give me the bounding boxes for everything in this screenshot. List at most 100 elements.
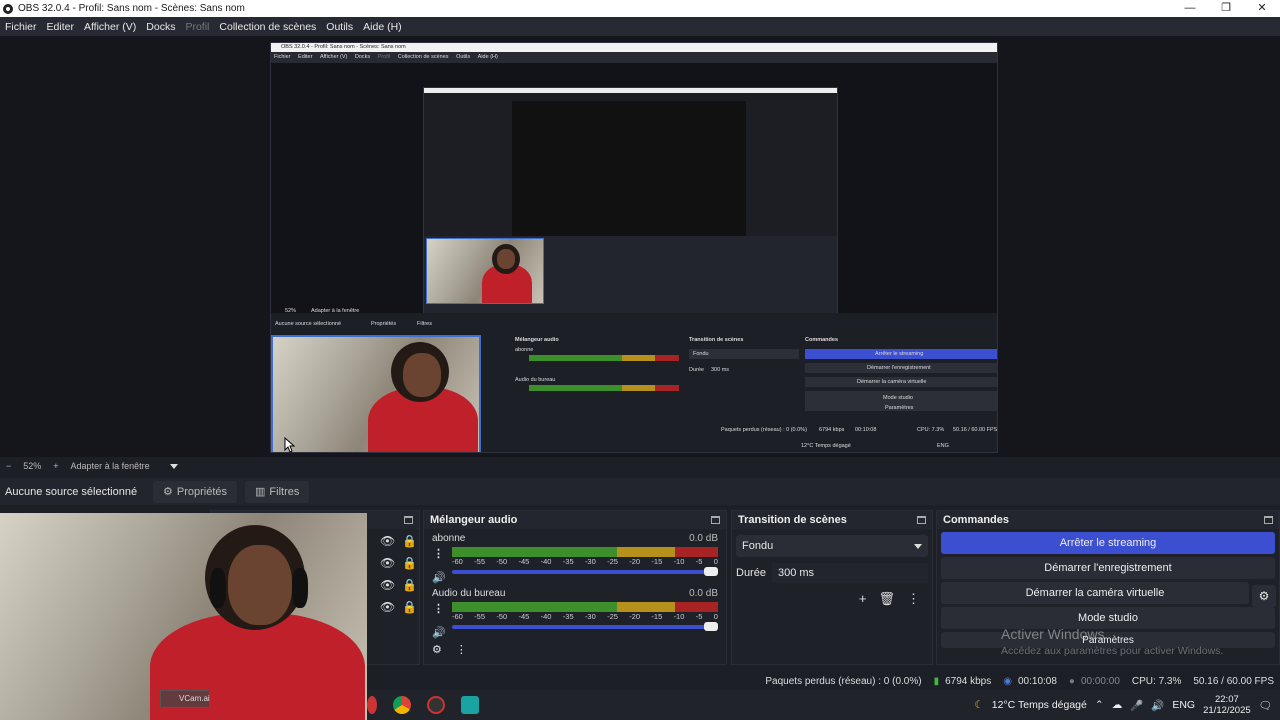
- meter-scale: -60 -55 -50 -45 -40 -35 -30 -25 -20 -15 -10 -5 0: [452, 612, 718, 621]
- nested-fit: Adapter à la fenêtre: [311, 308, 360, 314]
- stop-streaming-button[interactable]: Arrêter le streaming: [941, 532, 1275, 554]
- minimize-button[interactable]: —: [1172, 0, 1208, 17]
- duration-input[interactable]: 300 ms: [771, 563, 928, 583]
- eye-icon[interactable]: 👁: [380, 556, 395, 570]
- volume-meter: [452, 602, 718, 612]
- volume-slider[interactable]: [452, 622, 718, 631]
- chevron-up-icon[interactable]: ⌃: [1095, 699, 1104, 711]
- chevron-down-icon[interactable]: [169, 463, 178, 469]
- properties-button[interactable]: ⚙ Propriétés: [153, 480, 238, 503]
- zoom-bar: − 52% + Adapter à la fenêtre: [0, 457, 1280, 475]
- activate-windows-title: Activer Windows: [1001, 626, 1105, 642]
- nested-duree: Durée: [689, 367, 704, 373]
- undock-icon[interactable]: [711, 516, 720, 524]
- maximize-button[interactable]: ❐: [1208, 0, 1244, 17]
- speaker-icon[interactable]: 🔊: [432, 571, 446, 584]
- eye-icon[interactable]: 👁: [380, 578, 395, 592]
- transition-select[interactable]: Fondu: [736, 535, 928, 557]
- speaker-icon[interactable]: 🔊: [432, 626, 446, 639]
- start-recording-button[interactable]: Démarrer l'enregistrement: [941, 557, 1275, 579]
- nested-meter1: [529, 355, 679, 361]
- nested-vcam-label: Démarrer la caméra virtuelle: [857, 379, 927, 385]
- menu-profil[interactable]: Profil: [185, 21, 209, 33]
- clock[interactable]: 22:07 21/12/2025: [1203, 694, 1251, 716]
- activate-windows-subtitle: Accédez aux paramètres pour activer Wind…: [1001, 645, 1224, 657]
- menu-editer[interactable]: Editer: [47, 21, 74, 33]
- nested-weather: 12°C Temps dégagé: [801, 443, 851, 449]
- mixer-menu-icon[interactable]: ⋮: [456, 643, 467, 656]
- language[interactable]: ENG: [1172, 699, 1195, 711]
- source-row: 👁 🔒: [376, 574, 417, 596]
- obs-icon[interactable]: [427, 696, 445, 714]
- filters-button[interactable]: ▥ Filtres: [245, 480, 310, 503]
- menu-afficher[interactable]: Afficher (V): [84, 21, 136, 33]
- nested-menu-item: Editer: [298, 54, 313, 60]
- undock-icon[interactable]: [1264, 516, 1273, 524]
- menu-aide[interactable]: Aide (H): [363, 21, 402, 33]
- chrome-icon[interactable]: [393, 696, 411, 714]
- person-face: [228, 545, 292, 625]
- nested-menu-item: Fichier: [274, 54, 291, 60]
- nested-fps: 50.16 / 60.00 FPS: [953, 427, 998, 433]
- undock-icon[interactable]: [404, 516, 413, 524]
- mixer-track-abonne: abonne 0.0 dB ⋮ -60 -55 -50 -45 -40 -35 -30 -25-…: [432, 533, 718, 584]
- nested-fondu: Fondu: [693, 351, 709, 357]
- track-db: 0.0 dB: [689, 533, 718, 544]
- eye-icon[interactable]: 👁: [380, 600, 395, 614]
- signal-icon: ▮: [933, 675, 940, 687]
- lock-icon[interactable]: 🔒: [402, 534, 417, 548]
- advanced-audio-icon[interactable]: ⚙: [432, 643, 442, 656]
- lock-icon[interactable]: 🔒: [402, 578, 417, 592]
- menu-collection[interactable]: Collection de scènes: [219, 21, 316, 33]
- vcam-overlay-badge: VCam.ai: [160, 690, 210, 708]
- menu-outils[interactable]: Outils: [326, 21, 353, 33]
- studio-mode-button[interactable]: Mode studio: [941, 607, 1275, 629]
- virtual-camera-settings-gear-icon[interactable]: ⚙: [1252, 585, 1276, 607]
- nested-menu-item: Outils: [456, 54, 471, 60]
- audio-mixer-header: Mélangeur audio: [424, 511, 726, 529]
- nested-docks: 52% Adapter à la fenêtre Aucune source s…: [271, 308, 998, 452]
- more-icon[interactable]: ⋮: [433, 602, 444, 615]
- vcam-app-icon[interactable]: [461, 696, 479, 714]
- eye-icon[interactable]: 👁: [380, 534, 395, 548]
- gear-icon: ⚙: [163, 486, 173, 498]
- menu-docks[interactable]: Docks: [146, 21, 175, 33]
- lock-icon[interactable]: 🔒: [402, 600, 417, 614]
- nested-track2: Audio du bureau: [515, 377, 556, 383]
- stream-time: 00:10:08: [1017, 675, 1057, 687]
- zoom-in-button[interactable]: +: [53, 461, 58, 471]
- mic-icon[interactable]: 🎤: [1130, 699, 1143, 712]
- notification-icon[interactable]: 🗨: [1259, 699, 1272, 712]
- trash-icon[interactable]: 🗑: [878, 591, 895, 607]
- duration-row: Durée 300 ms: [736, 563, 928, 583]
- weather-text: 12°C Temps dégagé: [991, 699, 1087, 711]
- undock-icon[interactable]: [917, 516, 926, 524]
- nested-inner-preview: [512, 101, 746, 241]
- volume-icon[interactable]: 🔊: [1151, 699, 1164, 712]
- network-icon[interactable]: ☁: [1112, 699, 1123, 711]
- track-name: Audio du bureau: [432, 588, 506, 599]
- window-titlebar: OBS 32.0.4 - Profil: Sans nom - Scènes: …: [0, 0, 1280, 17]
- fit-window-label[interactable]: Adapter à la fenêtre: [71, 461, 150, 471]
- nested-dropped: Paquets perdus (réseau) : 0 (0.0%): [721, 427, 807, 433]
- start-virtual-camera-button[interactable]: Démarrer la caméra virtuelle: [1026, 587, 1165, 599]
- headphone-left: [210, 568, 226, 608]
- lock-icon[interactable]: 🔒: [402, 556, 417, 570]
- source-row: 👁 🔒: [376, 552, 417, 574]
- menu-fichier[interactable]: Fichier: [5, 21, 37, 33]
- taskbar: ☾ 12°C Temps dégagé ⌃ ☁ 🎤 🔊 ENG 22:07 21…: [367, 690, 1280, 720]
- more-icon[interactable]: ⋮: [907, 591, 920, 607]
- scene-transitions-dock: Transition de scènes Fondu Durée 300 ms …: [731, 510, 933, 665]
- nested-commands-title: Commandes: [805, 337, 839, 343]
- zoom-out-button[interactable]: −: [6, 461, 11, 471]
- clock-date: 21/12/2025: [1203, 705, 1251, 716]
- app-icon-partial[interactable]: [367, 696, 377, 714]
- volume-slider[interactable]: [452, 567, 718, 576]
- controls-title: Commandes: [943, 514, 1010, 526]
- add-icon[interactable]: +: [859, 591, 867, 607]
- meter-scale: -60 -55 -50 -45 -40 -35 -30 -25 -20 -15 -10 -5 0: [452, 557, 718, 566]
- more-icon[interactable]: ⋮: [433, 547, 444, 560]
- close-button[interactable]: ✕: [1244, 0, 1280, 17]
- obs-logo-icon: [3, 3, 13, 14]
- nested-menu-item: Profil: [377, 54, 391, 60]
